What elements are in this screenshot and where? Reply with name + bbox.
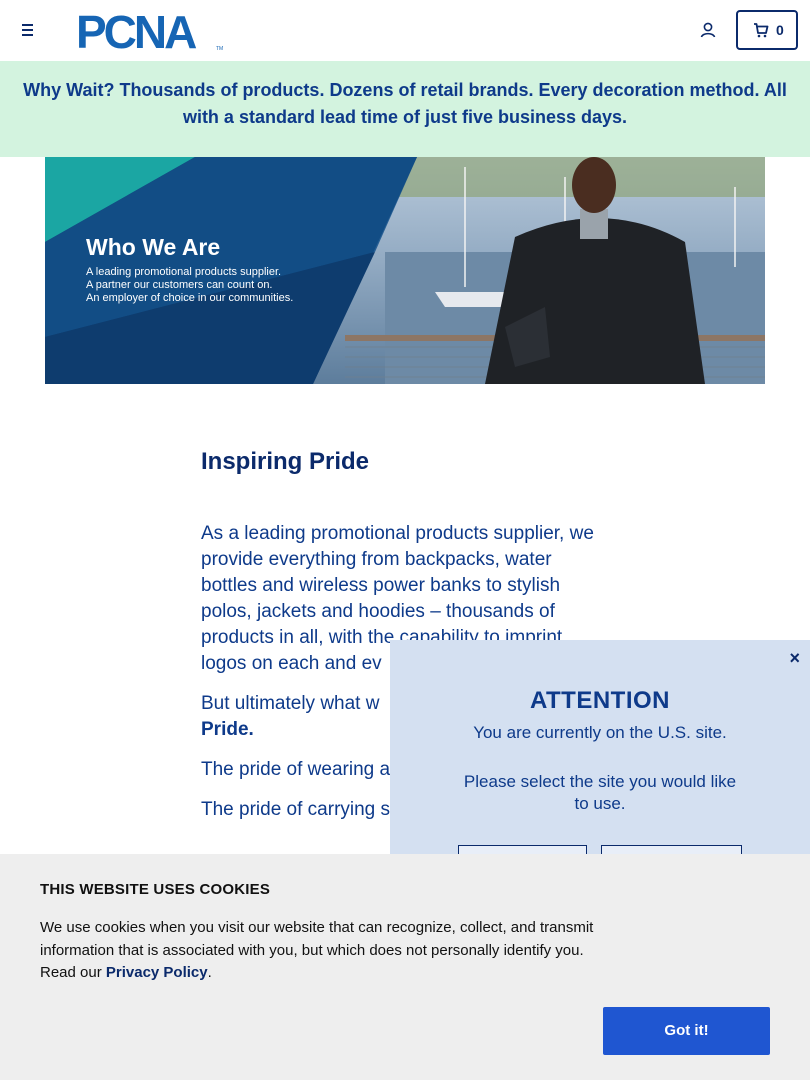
- hamburger-menu-icon[interactable]: [18, 20, 38, 40]
- modal-prompt: Please select the site you would like to…: [463, 772, 737, 813]
- cookie-title: THIS WEBSITE USES COOKIES: [40, 881, 271, 898]
- hero-title: Who We Are: [86, 234, 221, 260]
- cart-button[interactable]: 0: [736, 10, 798, 50]
- got-it-button[interactable]: Got it!: [603, 1007, 770, 1055]
- cart-icon: [754, 23, 769, 38]
- logo-text: PCNA: [76, 10, 196, 52]
- hero-line: A partner our customers can count on.: [86, 279, 273, 291]
- promo-banner: Why Wait? Thousands of products. Dozens …: [0, 61, 810, 157]
- promo-text: Why Wait? Thousands of products. Dozens …: [23, 80, 787, 127]
- hero-text: Who We Are A leading promotional product…: [86, 233, 293, 305]
- site-select-modal: × ATTENTION You are currently on the U.S…: [390, 640, 810, 885]
- cookie-banner: THIS WEBSITE USES COOKIES We use cookies…: [0, 854, 810, 1080]
- pcna-logo[interactable]: PCNA TM: [76, 10, 224, 52]
- paragraph-text: But ultimately what w: [201, 693, 380, 714]
- hero-subtitle: A leading promotional products supplier.…: [86, 266, 293, 305]
- hero-line: A leading promotional products supplier.: [86, 266, 282, 278]
- cookie-period: .: [207, 964, 212, 981]
- close-icon[interactable]: ×: [789, 648, 800, 669]
- site-header: PCNA TM 0: [0, 0, 810, 61]
- privacy-policy-link[interactable]: Privacy Policy: [106, 964, 208, 981]
- account-icon[interactable]: [698, 20, 718, 40]
- logo-tm: TM: [216, 46, 223, 52]
- hero-banner: Who We Are A leading promotional product…: [45, 157, 765, 384]
- paragraph-bold: Pride.: [201, 719, 254, 740]
- section-heading: Inspiring Pride: [201, 448, 370, 475]
- modal-title: ATTENTION: [529, 687, 671, 714]
- modal-current-site: You are currently on the U.S. site.: [473, 723, 727, 742]
- cookie-text: We use cookies when you visit our websit…: [40, 917, 605, 985]
- hero-line: An employer of choice in our communities…: [86, 292, 294, 304]
- cart-count: 0: [776, 22, 784, 38]
